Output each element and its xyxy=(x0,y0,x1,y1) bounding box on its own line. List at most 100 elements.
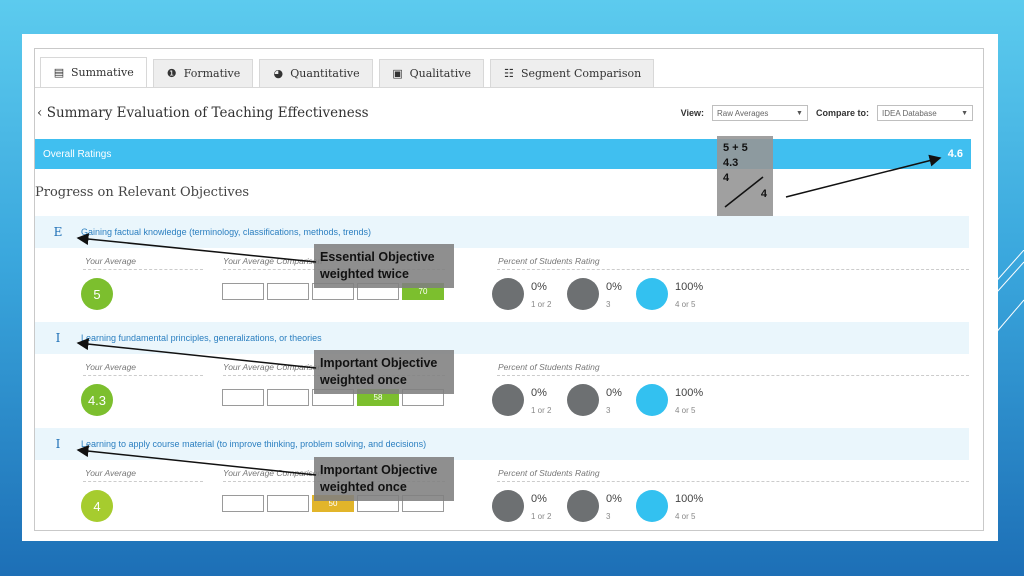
callout-line: Important Objective xyxy=(320,356,438,370)
percent-label: 4 or 5 xyxy=(675,406,696,415)
callout-line: Essential Objective xyxy=(320,250,435,264)
percent-circle xyxy=(567,278,599,310)
objective-header[interactable]: I Learning fundamental principles, gener… xyxy=(35,322,969,354)
percent-value: 100% xyxy=(675,281,704,293)
objective-row: I Learning to apply course material (to … xyxy=(35,428,969,534)
page-title[interactable]: ‹ Summary Evaluation of Teaching Effecti… xyxy=(37,105,369,121)
objective-header[interactable]: E Gaining factual knowledge (terminology… xyxy=(35,216,969,248)
percent-label: 1 or 2 xyxy=(531,512,552,521)
important-objective-callout: Important Objective weighted once xyxy=(314,457,454,501)
percent-circle xyxy=(492,490,524,522)
tab-bar: ▤ Summative ❶ Formative ◕ Quantitative ▣… xyxy=(40,57,655,89)
percent-circle xyxy=(636,278,668,310)
view-select[interactable]: Raw Averages ▼ xyxy=(711,105,808,121)
objective-type-letter: I xyxy=(55,331,61,345)
your-average-label: Your Average xyxy=(85,362,137,372)
compare-label: Compare to: xyxy=(815,108,869,118)
percent-circle xyxy=(492,278,524,310)
divider xyxy=(497,481,969,482)
tab-segment-comparison[interactable]: ☷ Segment Comparison xyxy=(489,59,655,87)
compare-select[interactable]: IDEA Database ▼ xyxy=(877,105,973,121)
comparison-box xyxy=(267,283,309,300)
slide-frame: ▤ Summative ❶ Formative ◕ Quantitative ▣… xyxy=(22,34,998,541)
tab-qualitative[interactable]: ▣ Qualitative xyxy=(378,59,484,87)
callout-line: weighted once xyxy=(320,480,407,494)
percent-label: 3 xyxy=(606,512,611,521)
weighted-average-note: 5 + 5 4.3 4 4 xyxy=(717,136,773,216)
average-score-circle: 4.3 xyxy=(81,384,113,416)
percent-value: 0% xyxy=(531,493,547,505)
callout-line: Important Objective xyxy=(320,463,438,477)
note-numerator: 4 xyxy=(723,172,730,184)
comparison-box xyxy=(222,495,264,512)
percent-label: 3 xyxy=(606,406,611,415)
important-objective-callout: Important Objective weighted once xyxy=(314,350,454,394)
tab-label: Formative xyxy=(183,67,241,80)
percent-label: 1 or 2 xyxy=(531,300,552,309)
tab-label: Segment Comparison xyxy=(520,67,642,80)
bar-chart-icon: ▤ xyxy=(53,66,65,79)
comparison-box xyxy=(222,283,264,300)
percent-circle xyxy=(636,490,668,522)
percent-circle xyxy=(567,490,599,522)
note-line: 4.3 xyxy=(723,157,739,169)
percent-rating-label: Percent of Students Rating xyxy=(498,362,600,372)
your-average-label: Your Average xyxy=(85,468,137,478)
comparison-box xyxy=(267,495,309,512)
chevron-down-icon: ▼ xyxy=(796,109,803,117)
note-line: 5 + 5 xyxy=(723,142,748,154)
view-select-value: Raw Averages xyxy=(716,108,769,118)
percent-value: 0% xyxy=(531,281,547,293)
view-label: View: xyxy=(680,108,704,118)
overall-score: 4.6 xyxy=(947,148,963,160)
callout-line: weighted once xyxy=(320,373,407,387)
your-average-label: Your Average xyxy=(85,256,137,266)
average-score: 4.3 xyxy=(87,392,107,408)
divider xyxy=(497,269,969,270)
note-denominator: 4 xyxy=(760,188,767,200)
percent-label: 4 or 5 xyxy=(675,300,696,309)
percent-value: 100% xyxy=(675,493,704,505)
divider xyxy=(83,481,203,482)
divider xyxy=(497,375,969,376)
comparison-box xyxy=(267,389,309,406)
objective-header[interactable]: I Learning to apply course material (to … xyxy=(35,428,969,460)
objective-row: E Gaining factual knowledge (terminology… xyxy=(35,216,969,322)
sliders-icon: ☷ xyxy=(504,67,514,80)
pie-chart-icon: ◕ xyxy=(273,67,284,80)
view-controls: View: Raw Averages ▼ Compare to: IDEA Da… xyxy=(681,105,973,121)
percent-value: 0% xyxy=(606,281,622,293)
divider xyxy=(83,375,203,376)
comparison-box xyxy=(222,389,264,406)
tab-summative[interactable]: ▤ Summative xyxy=(40,57,147,87)
percent-circle xyxy=(567,384,599,416)
comparison-label: Your Average Comparison xyxy=(223,362,323,372)
tab-label: Summative xyxy=(71,66,134,79)
compare-select-value: IDEA Database xyxy=(882,108,937,118)
overall-ratings-label: Overall Ratings xyxy=(43,148,112,160)
essential-objective-callout: Essential Objective weighted twice xyxy=(314,244,454,288)
percent-label: 4 or 5 xyxy=(675,512,696,521)
percent-value: 0% xyxy=(531,387,547,399)
overall-ratings-bar[interactable]: Overall Ratings 4.6 xyxy=(35,139,971,169)
percent-rating-label: Percent of Students Rating xyxy=(498,468,600,478)
percent-circle xyxy=(636,384,668,416)
percent-value: 0% xyxy=(606,493,622,505)
tab-divider xyxy=(35,87,983,88)
tab-formative[interactable]: ❶ Formative xyxy=(152,59,254,87)
callout-line: weighted twice xyxy=(320,267,409,281)
tab-label: Quantitative xyxy=(290,67,360,80)
percent-label: 3 xyxy=(606,300,611,309)
average-score-circle: 5 xyxy=(81,278,113,310)
chevron-down-icon: ▼ xyxy=(961,109,968,117)
percent-value: 0% xyxy=(606,387,622,399)
objective-row: I Learning fundamental principles, gener… xyxy=(35,322,969,428)
section-title: Progress on Relevant Objectives xyxy=(35,185,250,200)
tab-quantitative[interactable]: ◕ Quantitative xyxy=(259,59,373,87)
percent-rating-label: Percent of Students Rating xyxy=(498,256,600,266)
average-score: 5 xyxy=(93,286,101,302)
percent-circle xyxy=(492,384,524,416)
divider xyxy=(83,269,203,270)
comparison-label: Your Average Comparison xyxy=(223,468,323,478)
average-score: 4 xyxy=(93,498,101,514)
